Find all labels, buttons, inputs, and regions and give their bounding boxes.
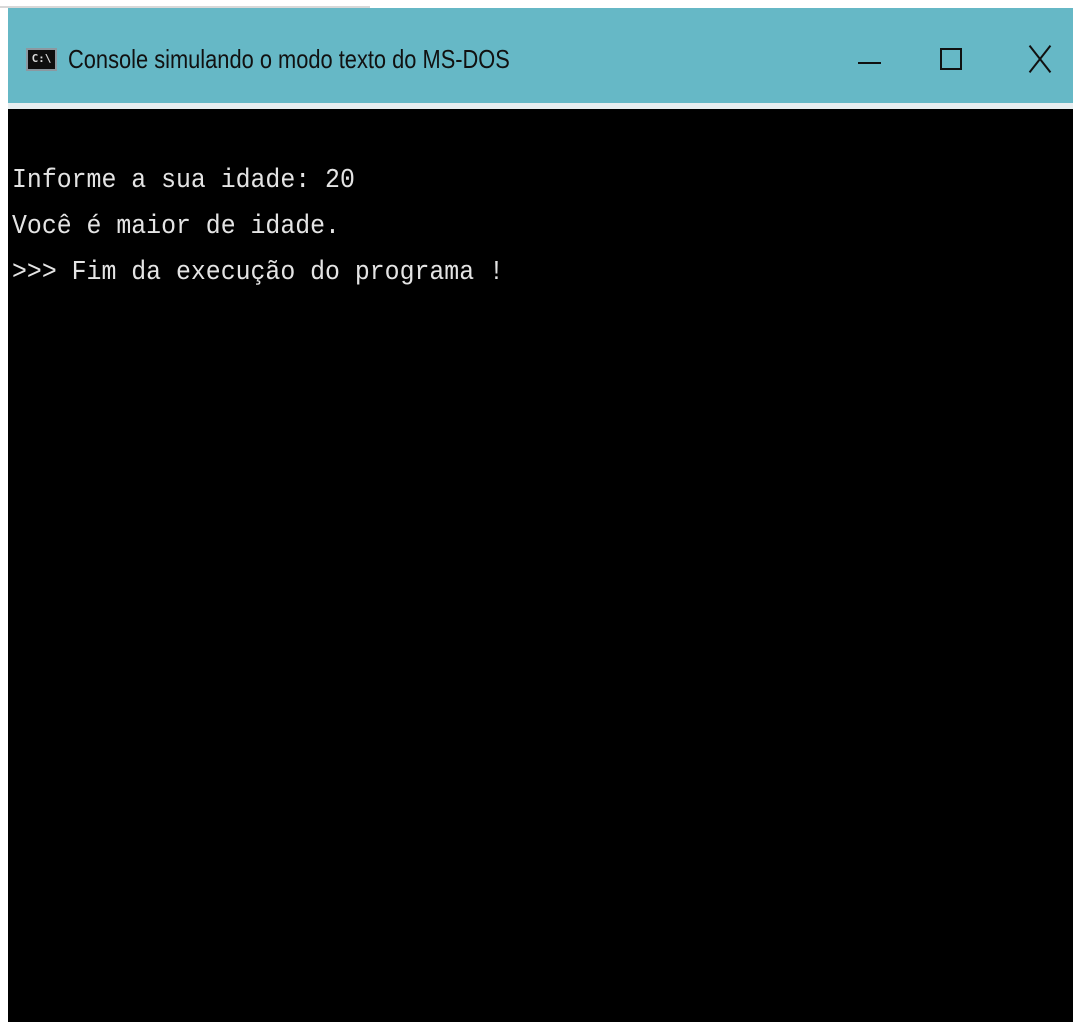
console-line: Você é maior de idade.: [12, 212, 340, 242]
minimize-button[interactable]: [828, 28, 908, 88]
console-output[interactable]: Informe a sua idade: 20 Você é maior de …: [8, 109, 1073, 1022]
minimize-icon: [858, 62, 881, 64]
title-bar[interactable]: C:\ Console simulando o modo texto do MS…: [8, 8, 1073, 103]
window-title: Console simulando o modo texto do MS-DOS: [68, 44, 510, 74]
console-icon[interactable]: C:\: [26, 48, 57, 71]
console-line: Informe a sua idade: 20: [12, 166, 355, 196]
console-line: >>> Fim da execução do programa !: [12, 258, 504, 288]
close-button[interactable]: [998, 28, 1073, 88]
maximize-icon: [940, 48, 962, 70]
console-window: C:\ Console simulando o modo texto do MS…: [8, 8, 1073, 1022]
close-icon: [1026, 45, 1054, 73]
maximize-button[interactable]: [914, 28, 994, 88]
desktop-top-edge: [0, 0, 1073, 8]
